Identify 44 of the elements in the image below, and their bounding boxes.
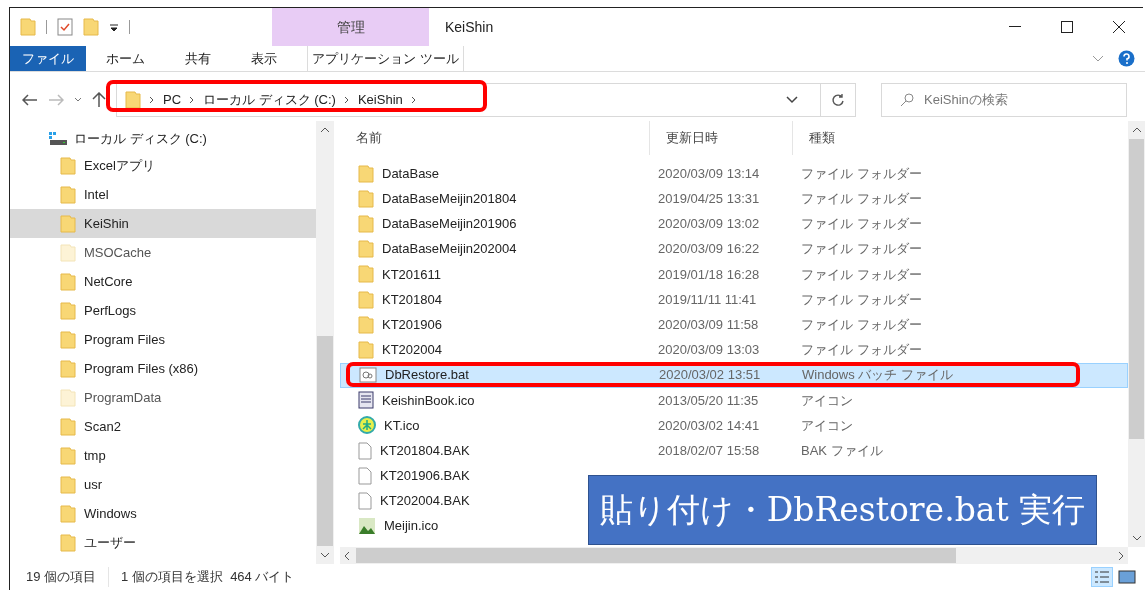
file-name: KT201804 [382,290,442,309]
file-name: Meijin.ico [384,517,439,536]
file-type: ファイル フォルダー [800,315,922,334]
file-name: DataBase [382,164,440,183]
file-type: ファイル フォルダー [800,164,922,183]
file-name: KT201804.BAK [380,441,470,460]
window-title: KeiShin [445,17,494,37]
file-name: KT.ico [384,416,420,435]
file-type: ファイル フォルダー [800,190,922,209]
modified-date: 2019/04/25 13:31 [657,190,761,209]
file-name: DataBaseMeijin202004 [382,240,517,259]
modified-date: 2018/02/07 15:58 [657,441,761,460]
modified-date: 2019/11/11 11:41 [657,290,758,309]
item-count: 19 個の項目 [10,567,110,587]
file-name: KT202004.BAK [380,492,470,511]
file-name: DataBaseMeijin201906 [382,215,517,234]
modified-date: 2020/03/09 13:14 [657,164,761,183]
file-type: ファイル フォルダー [800,265,922,284]
file-name: KT201906 [382,315,442,334]
file-name: KT202004 [382,341,442,360]
file-name: KeishinBook.ico [382,391,475,410]
file-name: DataBaseMeijin201804 [382,190,517,209]
file-type: アイコン [800,391,853,410]
file-type: ファイル フォルダー [800,215,922,234]
file-type: ファイル フォルダー [800,341,922,360]
modified-date: 2013/05/20 11:35 [657,391,760,410]
modified-date: 2020/03/09 13:02 [657,215,761,234]
callout-tooltip: 貼り付け・DbRestore.bat 実行 [588,475,1097,545]
modified-date: 2019/01/18 16:28 [657,265,761,284]
file-type: ファイル フォルダー [800,290,922,309]
file-type: ファイル フォルダー [800,240,922,259]
file-type: BAK ファイル [800,441,883,460]
file-type: Windows バッチ ファイル [801,366,953,385]
file-name: DbRestore.bat [385,366,469,385]
file-name: KT201906.BAK [380,467,470,486]
context-tab-header: 管理 [272,8,429,46]
selection-info: 1 個の項目を選択 464 バイト [120,568,295,587]
modified-date: 2020/03/02 14:41 [657,416,761,435]
modified-date: 2020/03/09 13:03 [657,341,761,360]
modified-date: 2020/03/09 16:22 [657,240,761,259]
file-type: アイコン [800,416,853,435]
file-name: KT201611 [382,265,442,284]
modified-date: 2020/03/09 11:58 [657,315,760,334]
modified-date: 2020/03/02 13:51 [658,366,762,385]
